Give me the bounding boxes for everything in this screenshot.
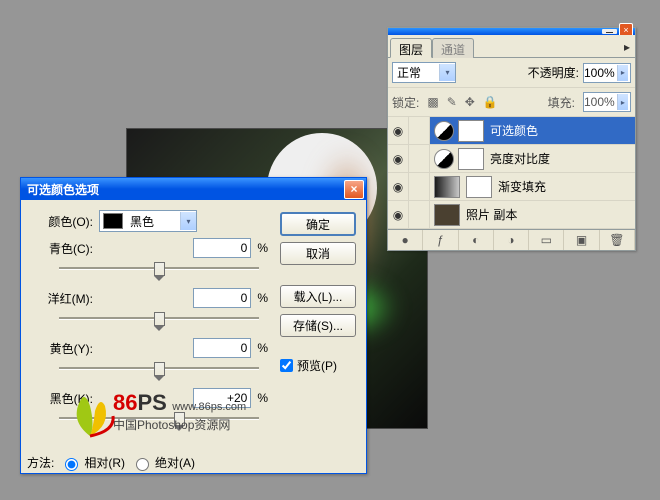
layer-mask-icon[interactable] — [458, 148, 484, 170]
visibility-icon[interactable]: ◉ — [388, 201, 409, 228]
lock-brush-icon[interactable]: ✎ — [447, 95, 457, 109]
cancel-button[interactable]: 取消 — [280, 242, 356, 265]
layer-row[interactable]: ◉ 亮度对比度 — [388, 145, 635, 173]
method-relative[interactable]: 相对(R) — [60, 454, 125, 471]
ok-button[interactable]: 确定 — [280, 212, 356, 236]
panel-footer: ● ƒ ◐ ◑ ▭ ▣ 🗑 — [388, 229, 635, 250]
percent-label: % — [257, 341, 268, 355]
preview-checkbox[interactable] — [280, 359, 293, 372]
method-label: 方法: — [27, 454, 54, 471]
minimize-icon[interactable] — [602, 29, 617, 34]
lock-transparency-icon[interactable]: ▩ — [427, 95, 438, 109]
percent-label: % — [257, 391, 268, 405]
watermark: 86PS www.86ps.com 中国Photoshop资源网 — [73, 390, 246, 433]
layers-panel: × 图层 通道 ▸ 正常 ▾ 不透明度: 100% ▸ 锁定: ▩ ✎ ✥ 🔒 … — [387, 27, 636, 251]
mask-icon[interactable]: ◐ — [459, 230, 494, 250]
layer-thumbnail — [434, 204, 460, 226]
adjustment-icon — [434, 121, 454, 141]
load-button[interactable]: 载入(L)... — [280, 285, 356, 308]
close-button[interactable]: × — [344, 180, 364, 199]
yellow-label: 黄色(Y): — [31, 340, 99, 357]
cyan-slider[interactable] — [59, 262, 259, 276]
gradient-thumb — [434, 176, 460, 198]
chevron-down-icon: ▾ — [439, 64, 455, 81]
color-swatch — [103, 213, 123, 229]
folder-icon[interactable]: ▭ — [529, 230, 564, 250]
layer-name: 照片 副本 — [466, 206, 517, 223]
fill-input[interactable]: 100% ▸ — [583, 92, 631, 112]
visibility-icon[interactable]: ◉ — [388, 173, 409, 200]
adjustment-icon — [434, 149, 454, 169]
panel-menu-icon[interactable]: ▸ — [619, 37, 635, 57]
new-layer-icon[interactable]: ▣ — [564, 230, 599, 250]
layer-mask-icon[interactable] — [458, 120, 484, 142]
tab-layers[interactable]: 图层 — [390, 38, 432, 58]
blend-mode-value: 正常 — [393, 64, 439, 81]
layer-name: 可选颜色 — [490, 122, 538, 139]
visibility-icon[interactable]: ◉ — [388, 117, 409, 144]
layer-mask-icon[interactable] — [466, 176, 492, 198]
fill-label: 填充: — [548, 94, 575, 111]
layer-row[interactable]: ◉ 可选颜色 — [388, 117, 635, 145]
magenta-input[interactable]: 0 — [193, 288, 251, 308]
preview-checkbox-label[interactable]: 预览(P) — [280, 357, 356, 374]
tab-channels[interactable]: 通道 — [432, 38, 474, 58]
dialog-titlebar[interactable]: 可选颜色选项 × — [21, 178, 366, 200]
layer-row[interactable]: ◉ 照片 副本 — [388, 201, 635, 229]
percent-label: % — [257, 241, 268, 255]
save-button[interactable]: 存储(S)... — [280, 314, 356, 337]
color-value: 黑色 — [127, 213, 180, 230]
color-label: 颜色(O): — [31, 213, 99, 230]
layer-name: 亮度对比度 — [490, 150, 550, 167]
chevron-right-icon: ▸ — [617, 65, 628, 81]
cyan-label: 青色(C): — [31, 240, 99, 257]
layer-row[interactable]: ◉ 渐变填充 — [388, 173, 635, 201]
layer-name: 渐变填充 — [498, 178, 546, 195]
adjustment-layer-icon[interactable]: ◑ — [494, 230, 529, 250]
lock-move-icon[interactable]: ✥ — [465, 95, 475, 109]
chevron-down-icon: ▾ — [180, 212, 196, 230]
method-absolute[interactable]: 绝对(A) — [131, 454, 195, 471]
panel-titlebar[interactable]: × — [388, 28, 635, 35]
visibility-icon[interactable]: ◉ — [388, 145, 409, 172]
percent-label: % — [257, 291, 268, 305]
cyan-input[interactable]: 0 — [193, 238, 251, 258]
dialog-title: 可选颜色选项 — [27, 181, 344, 198]
opacity-input[interactable]: 100% ▸ — [583, 63, 631, 83]
lock-label: 锁定: — [392, 94, 419, 111]
yellow-slider[interactable] — [59, 362, 259, 376]
trash-icon[interactable]: 🗑 — [600, 230, 635, 250]
link-layers-icon[interactable]: ● — [388, 230, 423, 250]
selective-color-dialog: 可选颜色选项 × 颜色(O): 黑色 ▾ 青色(C): 0 — [20, 177, 367, 474]
magenta-slider[interactable] — [59, 312, 259, 326]
yellow-input[interactable]: 0 — [193, 338, 251, 358]
fx-icon[interactable]: ƒ — [423, 230, 458, 250]
color-select[interactable]: 黑色 ▾ — [99, 210, 197, 232]
opacity-label: 不透明度: — [528, 64, 579, 81]
lock-all-icon[interactable]: 🔒 — [483, 95, 498, 109]
blend-mode-select[interactable]: 正常 ▾ — [392, 62, 456, 83]
chevron-right-icon: ▸ — [617, 94, 628, 110]
magenta-label: 洋红(M): — [31, 290, 99, 307]
